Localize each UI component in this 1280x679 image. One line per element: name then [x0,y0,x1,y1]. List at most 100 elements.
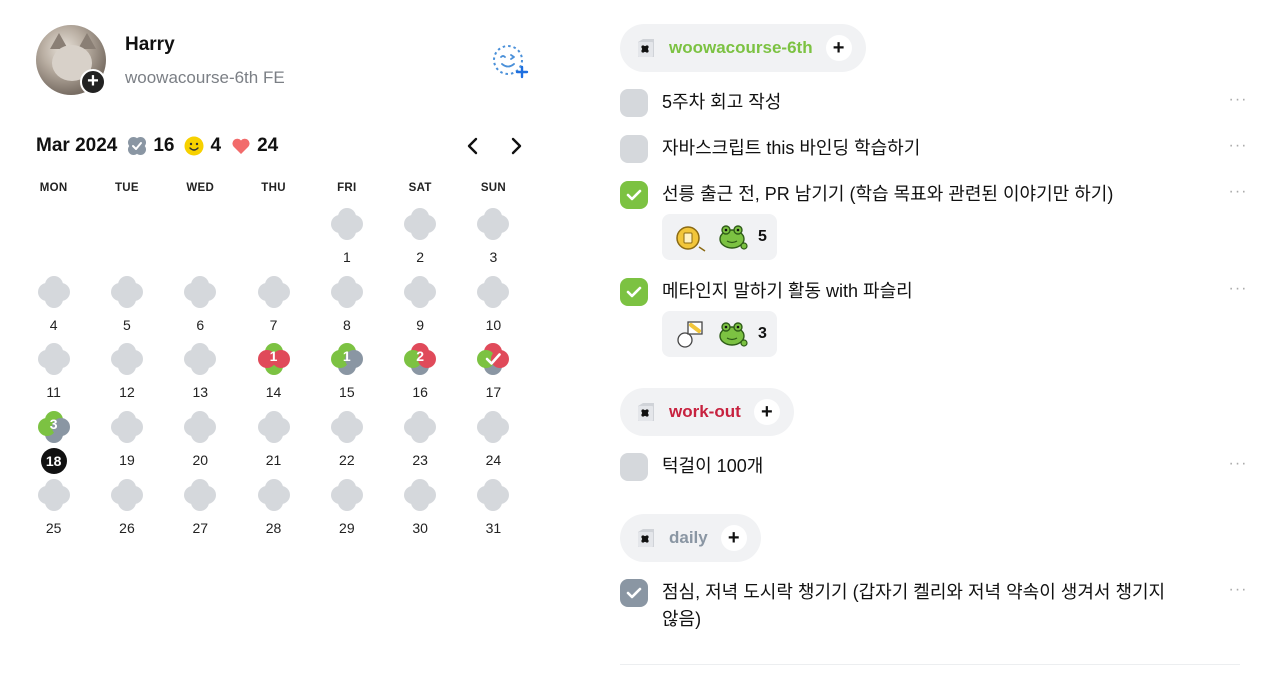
calendar-day[interactable]: 29 [310,477,383,545]
category-label: daily [669,528,708,547]
todo-item: 점심, 저녁 도시락 챙기기 (갑자기 켈리와 저녁 약속이 생겨서 챙기지 않… [620,579,1250,633]
calendar-day[interactable]: 27 [164,477,237,545]
clover-icon [110,478,143,511]
todo-checkbox[interactable] [620,181,648,209]
todo-checkbox[interactable] [620,278,648,306]
stat-heart-value: 24 [257,135,279,156]
day-number: 16 [412,384,428,401]
calendar-day[interactable]: 9 [383,274,456,342]
category-chip[interactable]: woowacourse-6th + [620,24,866,72]
calendar-day[interactable]: 6 [164,274,237,342]
weekday-label: TUE [114,182,139,194]
add-todo-button[interactable]: + [720,525,747,551]
calendar-day[interactable]: 31 [457,477,530,545]
category-chip[interactable]: work-out + [620,388,794,436]
todo-checkbox[interactable] [620,135,648,163]
prev-month-button[interactable] [459,132,487,160]
calendar-day[interactable]: 28 [237,477,310,545]
day-number: 5 [123,316,131,333]
calendar-day[interactable]: 3 [457,206,530,274]
calendar-day[interactable]: 11 [17,341,90,409]
user-subtitle: woowacourse-6th FE [125,68,285,87]
clover-icon [184,478,217,511]
calendar-day[interactable]: 1 14 [237,341,310,409]
stat-done-value: 16 [153,135,175,156]
day-number: 30 [412,519,428,536]
clover-icon [330,208,363,240]
todo-checkbox[interactable] [620,453,648,481]
avatar-add-button[interactable]: + [80,69,106,95]
todo-text[interactable]: 자바스크립트 this 바인딩 학습하기 [662,135,1182,162]
calendar-day[interactable]: 26 [90,477,163,545]
stat-smile: 4 [184,135,221,157]
stat-done: 16 [127,135,174,157]
weekday-label: MON [39,182,68,194]
todo-text[interactable]: 점심, 저녁 도시락 챙기기 (갑자기 켈리와 저녁 약속이 생겨서 챙기지 않… [662,579,1182,633]
calendar-day[interactable]: 4 [17,274,90,342]
stat-heart: 24 [231,135,278,157]
add-todo-button[interactable]: + [753,399,780,425]
calendar-day[interactable]: 7 [237,274,310,342]
calendar-day[interactable]: 8 [310,274,383,342]
calendar-day[interactable]: 30 [383,477,456,545]
weekday-label: THU [261,182,286,194]
chevron-left-icon [467,137,478,155]
weekday-label: SUN [480,182,507,194]
add-todo-button[interactable]: + [825,35,852,61]
category-chip[interactable]: daily + [620,514,761,562]
add-emoji-icon[interactable] [491,43,529,81]
calendar-day[interactable]: 13 [164,341,237,409]
day-number: 6 [196,316,205,333]
calendar-day[interactable]: 12 [90,341,163,409]
calendar-day[interactable]: 1 15 [310,341,383,409]
clover-icon [110,275,143,308]
calendar-day[interactable]: 1 [310,206,383,274]
more-options-icon[interactable]: ··· [1226,183,1250,203]
day-number: 4 [49,316,58,333]
calendar-day[interactable]: 19 [90,409,163,477]
todo-text[interactable]: 턱걸이 100개 [662,453,1182,480]
next-month-button[interactable] [502,132,530,160]
day-number: 3 [489,249,498,265]
todo-checkbox[interactable] [620,579,648,607]
day-count: 1 [269,348,278,365]
category-book-icon [638,39,654,57]
day-number: 24 [485,452,502,469]
calendar-empty-cell [17,206,90,274]
calendar-day[interactable]: 2 [383,206,456,274]
calendar-day[interactable]: 21 [237,409,310,477]
todo-text[interactable]: 메타인지 말하기 활동 with 파슬리 [662,278,1182,305]
calendar-day[interactable]: 17 [457,341,530,409]
more-options-icon[interactable]: ··· [1226,137,1250,157]
more-options-icon[interactable]: ··· [1226,280,1250,300]
day-number: 14 [265,384,282,401]
calendar-day[interactable]: 2 16 [383,341,456,409]
calendar-day[interactable]: 3 18 [17,409,90,477]
check-icon [626,286,642,298]
reaction-bar[interactable]: 3 [662,311,777,357]
month-label: Mar 2024 [36,135,118,156]
day-number: 17 [485,384,502,401]
todo-text[interactable]: 선릉 출근 전, PR 남기기 (학습 목표와 관련된 이야기만 하기) [662,181,1182,208]
calendar-day[interactable]: 23 [383,409,456,477]
clover-icon: 1 [257,343,290,376]
todo-checkbox[interactable] [620,89,648,117]
calendar-day[interactable]: 5 [90,274,163,342]
weekday-label: SAT [408,182,432,194]
calendar-day[interactable]: 22 [310,409,383,477]
calendar-day[interactable]: 25 [17,477,90,545]
calendar-day[interactable]: 20 [164,409,237,477]
divider [620,664,1240,665]
chevron-right-icon [511,137,522,155]
clover-icon [404,478,437,511]
calendar-day[interactable]: 24 [457,409,530,477]
more-options-icon[interactable]: ··· [1226,91,1250,111]
reaction-bar[interactable]: 5 [662,214,777,260]
calendar-day[interactable]: 10 [457,274,530,342]
day-number: 10 [485,316,502,333]
todo-text[interactable]: 5주차 회고 작성 [662,89,1182,116]
clover-icon [184,275,217,308]
clover-icon [330,411,363,444]
more-options-icon[interactable]: ··· [1226,581,1250,601]
more-options-icon[interactable]: ··· [1226,455,1250,475]
